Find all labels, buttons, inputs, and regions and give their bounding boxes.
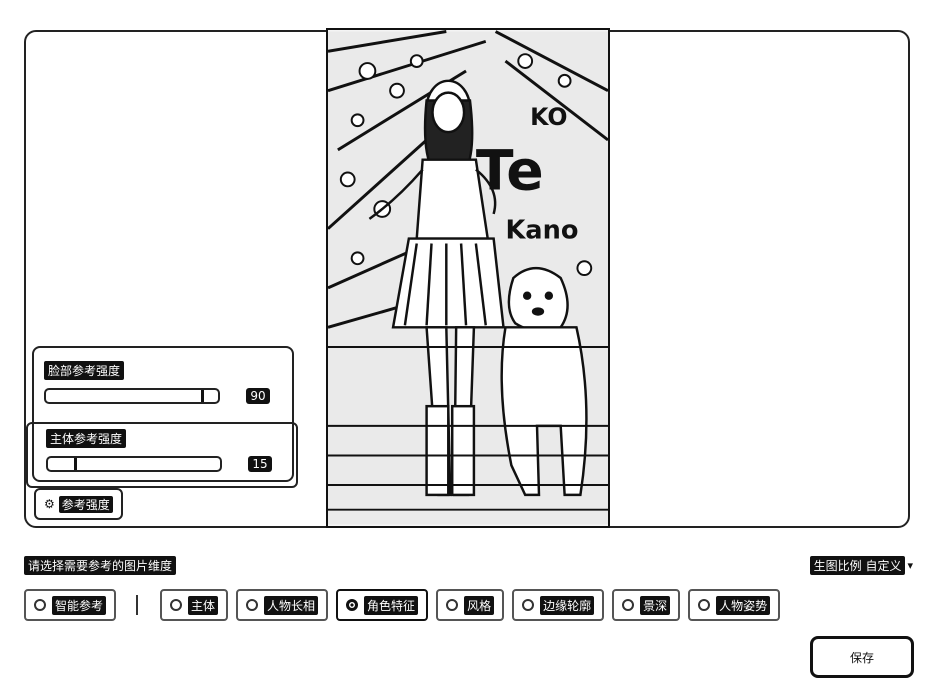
option-pose[interactable]: 人物姿势: [688, 589, 781, 621]
logo-text-te: Te: [476, 139, 544, 203]
subject-strength-label: 主体参考强度: [46, 429, 127, 448]
reference-strength-button-label: 参考强度: [58, 495, 113, 513]
face-strength-slider[interactable]: [44, 388, 220, 404]
chevron-down-icon: ▾: [907, 559, 913, 572]
dimension-options: 智能参考 主体 人物长相 角色特征 风格 边缘轮廓 景深 人物姿势: [24, 588, 788, 622]
dimension-hint: 请选择需要参考的图片维度: [24, 556, 177, 575]
reference-strength-button[interactable]: ⚙ 参考强度: [34, 488, 123, 520]
reference-image: KO Te Kano: [328, 30, 608, 525]
radio-icon: [522, 599, 535, 611]
option-character-features[interactable]: 角色特征: [336, 589, 429, 621]
options-divider: [136, 595, 139, 615]
option-appearance[interactable]: 人物长相: [236, 589, 329, 621]
radio-icon: [246, 599, 259, 611]
radio-icon: [698, 599, 711, 611]
radio-icon: [446, 599, 459, 611]
option-label: 角色特征: [364, 595, 419, 615]
gear-icon: ⚙: [44, 497, 55, 511]
radio-icon: [170, 599, 183, 611]
option-edge-outline[interactable]: 边缘轮廓: [512, 589, 605, 621]
face-strength-label: 脸部参考强度: [44, 361, 125, 380]
option-label: 人物姿势: [716, 595, 771, 615]
reference-image-preview: KO Te Kano: [326, 28, 610, 528]
radio-icon: [622, 599, 635, 611]
option-label: 人物长相: [264, 595, 319, 615]
face-strength-group: 脸部参考强度 90: [44, 360, 290, 404]
aspect-ratio-dropdown[interactable]: 生图比例 自定义 ▾: [809, 556, 913, 575]
option-label: 智能参考: [52, 595, 107, 615]
face-strength-fill[interactable]: [46, 390, 204, 402]
face-strength-value: 90: [246, 388, 270, 404]
subject-strength-fill[interactable]: [48, 458, 77, 470]
save-button[interactable]: 保存: [810, 636, 914, 678]
option-smart-reference[interactable]: 智能参考: [24, 589, 117, 621]
logo-text-kano: Kano: [505, 216, 578, 246]
option-depth[interactable]: 景深: [612, 589, 681, 621]
aspect-ratio-label: 生图比例 自定义: [809, 556, 906, 575]
logo-text-ko: KO: [530, 103, 567, 131]
reference-strength-panel: 脸部参考强度 90 主体参考强度 15: [26, 346, 298, 488]
radio-icon: [34, 599, 46, 611]
option-style[interactable]: 风格: [436, 589, 505, 621]
option-label: 边缘轮廓: [540, 595, 595, 615]
radio-selected-icon: [346, 599, 359, 611]
option-label: 风格: [464, 595, 495, 615]
option-subject[interactable]: 主体: [160, 589, 229, 621]
option-label: 主体: [188, 595, 219, 615]
subject-strength-slider[interactable]: [46, 456, 222, 472]
subject-strength-group: 主体参考强度 15: [26, 422, 298, 488]
subject-strength-value: 15: [248, 456, 272, 472]
option-label: 景深: [640, 595, 671, 615]
